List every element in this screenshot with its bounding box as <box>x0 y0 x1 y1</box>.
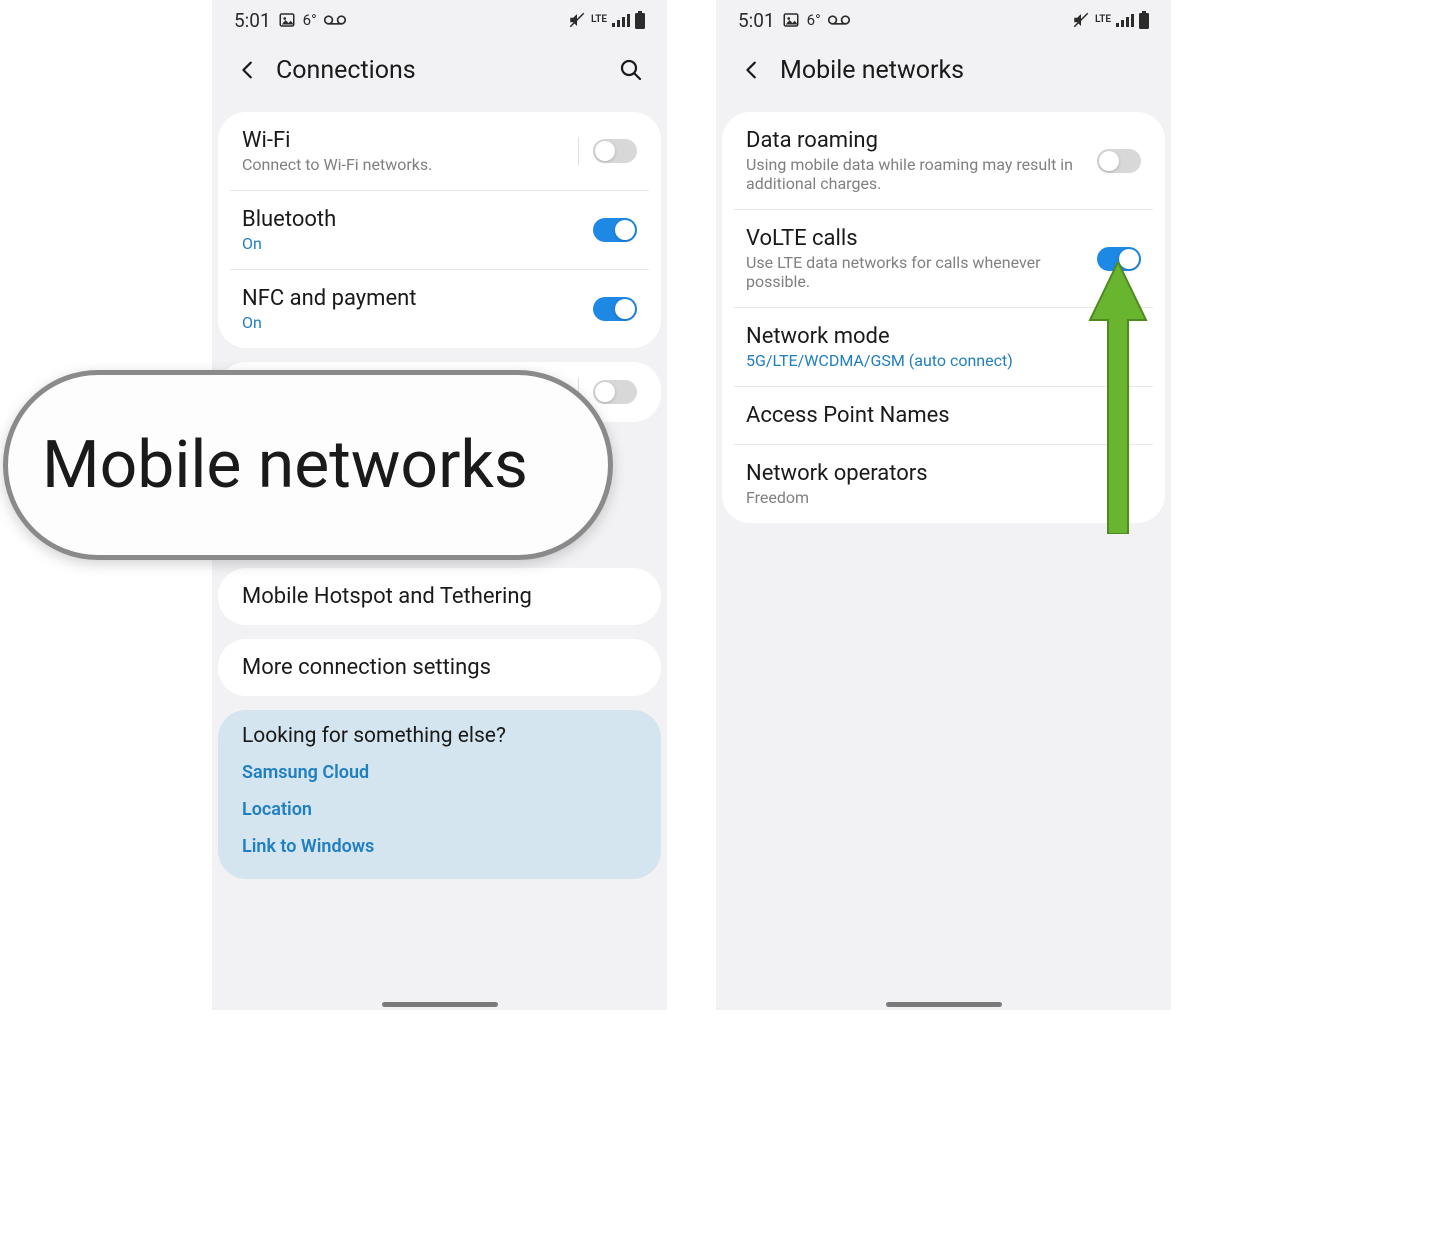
mute-icon <box>568 11 586 29</box>
group-looking-else: Looking for something else? Samsung Clou… <box>218 710 661 879</box>
row-sub: Using mobile data while roaming may resu… <box>746 155 1097 193</box>
row-title: Network mode <box>746 324 1141 349</box>
screen-header: Mobile networks <box>716 40 1171 100</box>
back-button[interactable] <box>230 52 266 88</box>
looking-title: Looking for something else? <box>218 710 661 754</box>
net-label: LTE <box>1095 15 1111 25</box>
callout-text: Mobile networks <box>42 427 528 504</box>
row-sub: On <box>242 234 593 253</box>
battery-icon <box>1139 11 1149 29</box>
status-temp: 6° <box>303 11 317 29</box>
row-nfc[interactable]: NFC and payment On <box>230 269 649 348</box>
row-title: Data roaming <box>746 128 1097 153</box>
picture-icon <box>278 11 296 29</box>
nfc-toggle[interactable] <box>593 297 637 321</box>
screen-title: Connections <box>276 56 416 85</box>
bluetooth-toggle[interactable] <box>593 218 637 242</box>
row-title: NFC and payment <box>242 286 593 311</box>
search-button[interactable] <box>613 52 649 88</box>
arrow-up-icon <box>1088 262 1148 538</box>
row-title: Network operators <box>746 461 1141 486</box>
row-hotspot[interactable]: Mobile Hotspot and Tethering <box>218 568 661 625</box>
row-sub: Freedom <box>746 488 1141 507</box>
row-wifi[interactable]: Wi-Fi Connect to Wi-Fi networks. <box>218 112 661 190</box>
row-sub: Use LTE data networks for calls whenever… <box>746 253 1097 291</box>
voicemail-icon <box>324 14 346 26</box>
voicemail-icon <box>828 14 850 26</box>
row-more-settings[interactable]: More connection settings <box>218 639 661 696</box>
screen-title: Mobile networks <box>780 56 964 85</box>
row-data-roaming[interactable]: Data roaming Using mobile data while roa… <box>722 112 1165 209</box>
group-connections-main: Wi-Fi Connect to Wi-Fi networks. Bluetoo… <box>218 112 661 348</box>
row-title: More connection settings <box>242 655 637 680</box>
flight-toggle[interactable] <box>593 380 637 404</box>
wifi-toggle[interactable] <box>593 139 637 163</box>
net-label: LTE <box>591 15 607 25</box>
screen-header: Connections <box>212 40 667 100</box>
row-title: Bluetooth <box>242 207 593 232</box>
link-samsung-cloud[interactable]: Samsung Cloud <box>218 754 661 791</box>
row-title: Mobile Hotspot and Tethering <box>242 584 637 609</box>
row-title: Wi-Fi <box>242 128 578 153</box>
status-time: 5:01 <box>234 9 271 32</box>
mute-icon <box>1072 11 1090 29</box>
roaming-toggle[interactable] <box>1097 149 1141 173</box>
row-title: Access Point Names <box>746 403 1141 428</box>
status-temp: 6° <box>807 11 821 29</box>
back-button[interactable] <box>734 52 770 88</box>
row-title: VoLTE calls <box>746 226 1097 251</box>
link-location[interactable]: Location <box>218 791 661 828</box>
status-bar: 5:01 6° LTE <box>716 0 1171 40</box>
row-bluetooth[interactable]: Bluetooth On <box>230 190 649 269</box>
nav-handle[interactable] <box>886 1002 1002 1007</box>
row-sub: Connect to Wi-Fi networks. <box>242 155 578 174</box>
row-sub: 5G/LTE/WCDMA/GSM (auto connect) <box>746 351 1141 370</box>
battery-icon <box>635 11 645 29</box>
group-more: More connection settings <box>218 639 661 696</box>
divider <box>578 137 579 165</box>
link-link-to-windows[interactable]: Link to Windows <box>218 828 661 879</box>
signal-icon <box>1116 13 1134 27</box>
status-time: 5:01 <box>738 9 775 32</box>
group-hotspot: Mobile Hotspot and Tethering <box>218 568 661 625</box>
nav-handle[interactable] <box>382 1002 498 1007</box>
signal-icon <box>612 13 630 27</box>
row-sub: On <box>242 313 593 332</box>
callout-bubble: Mobile networks <box>3 370 613 560</box>
status-bar: 5:01 6° LTE <box>212 0 667 40</box>
picture-icon <box>782 11 800 29</box>
